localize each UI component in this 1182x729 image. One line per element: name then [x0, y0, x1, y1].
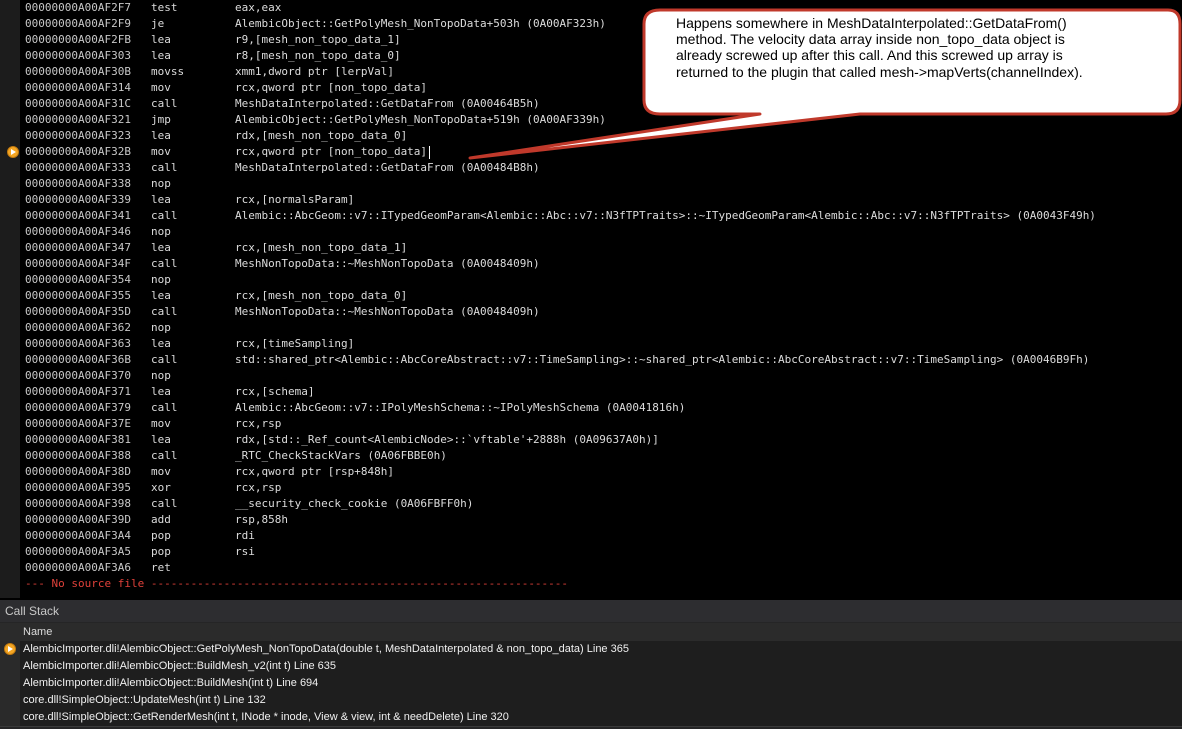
call-stack-frame[interactable]: core.dll!SimpleObject::UpdateMesh(int t)… — [0, 692, 1182, 710]
frame-name: AlembicImporter.dli!AlembicObject::Build… — [23, 677, 319, 689]
frame-name: AlembicImporter.dli!AlembicObject::GetPo… — [23, 643, 629, 655]
callout-text: Happens somewhere in MeshDataInterpolate… — [676, 15, 1156, 80]
callout-line: method. The velocity data array inside n… — [676, 31, 1065, 48]
frame-name: core.dll!SimpleObject::GetRenderMesh(int… — [23, 711, 509, 723]
current-frame-arrow-icon — [4, 643, 16, 655]
name-column-label: Name — [23, 626, 53, 638]
frame-gutter — [0, 641, 20, 658]
name-column-header[interactable]: Name — [0, 623, 1182, 642]
call-stack-frame[interactable]: core.dll!SimpleObject::GetRenderMesh(int… — [0, 709, 1182, 727]
frame-gutter — [0, 658, 20, 675]
call-stack-title[interactable]: Call Stack — [0, 600, 1182, 622]
callout-line: Happens somewhere in MeshDataInterpolate… — [676, 15, 1067, 31]
frame-gutter — [0, 709, 20, 726]
call-stack-frame[interactable]: AlembicImporter.dli!AlembicObject::Build… — [0, 658, 1182, 676]
frame-name: core.dll!SimpleObject::UpdateMesh(int t)… — [23, 694, 266, 706]
call-stack-frame[interactable]: AlembicImporter.dli!AlembicObject::GetPo… — [0, 641, 1182, 659]
frame-gutter — [0, 675, 20, 692]
call-stack-panel: Call Stack Name AlembicImporter.dli!Alem… — [0, 600, 1182, 729]
frame-gutter — [0, 692, 20, 709]
call-stack-frame[interactable]: AlembicImporter.dli!AlembicObject::Build… — [0, 675, 1182, 693]
callout-bubble — [468, 8, 1182, 160]
frame-name: AlembicImporter.dli!AlembicObject::Build… — [23, 660, 337, 672]
callout-line: already screwed up after this call. And … — [676, 47, 1063, 64]
callout-line: returned to the plugin that called mesh-… — [676, 63, 1083, 80]
